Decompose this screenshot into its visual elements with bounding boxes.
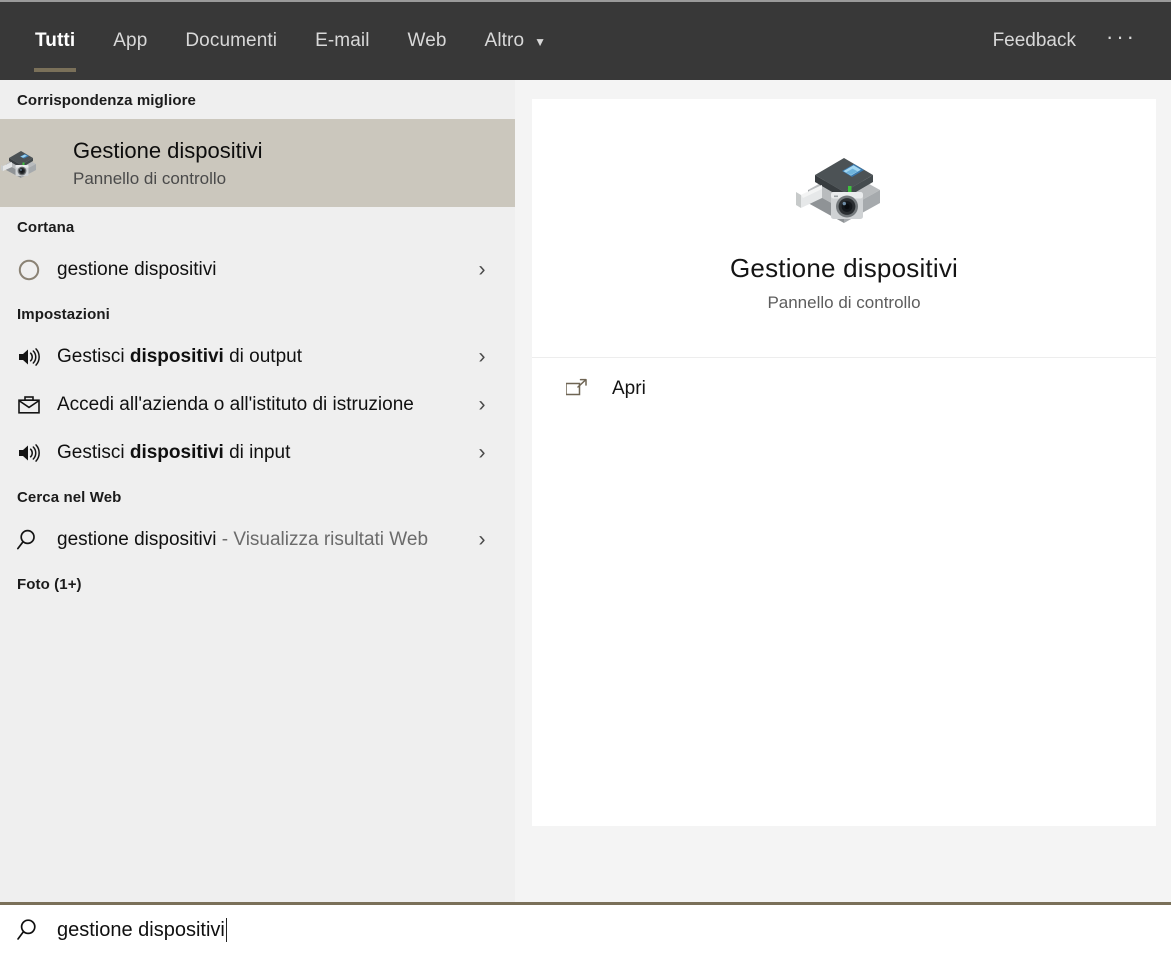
column-gutter — [515, 80, 532, 902]
results-list: Corrispondenza migliore Gestione disposi… — [0, 80, 515, 902]
search-input-wrap[interactable]: gestione dispositivi — [57, 918, 227, 942]
search-input[interactable]: gestione dispositivi — [57, 919, 225, 942]
tab-app-label: App — [113, 30, 148, 51]
result-setting-gestisci-dispositivi-output[interactable]: Gestisci dispositivi di output › — [0, 333, 515, 381]
preview-subtitle: Pannello di controllo — [767, 293, 921, 312]
chevron-right-icon: › — [478, 528, 486, 551]
text-cursor — [225, 918, 227, 942]
best-match-title: Gestione dispositivi — [73, 138, 263, 164]
chevron-right-icon: › — [478, 441, 486, 464]
preview-title: Gestione dispositivi — [730, 253, 958, 283]
tab-documenti[interactable]: Documenti — [166, 2, 296, 80]
tab-documenti-label: Documenti — [185, 30, 278, 51]
chevron-right-icon: › — [478, 345, 486, 368]
result-setting-accedi-azienda-istituto[interactable]: Accedi all'azienda o all'istituto di ist… — [0, 381, 515, 429]
speaker-icon — [0, 344, 57, 370]
result-web-search-gestione-dispositivi[interactable]: gestione dispositivi - Visualizza risult… — [0, 516, 515, 564]
search-body: Corrispondenza migliore Gestione disposi… — [0, 80, 1171, 902]
search-header: Tutti App Documenti E-mail Web Altro ▼ F… — [0, 0, 1171, 80]
result-best-match-gestione-dispositivi[interactable]: Gestione dispositivi Pannello di control… — [0, 119, 515, 207]
web-suffix: - Visualizza risultati Web — [216, 528, 429, 550]
result-setting-gestisci-dispositivi-input[interactable]: Gestisci dispositivi di input › — [0, 429, 515, 477]
chevron-down-icon: ▼ — [534, 35, 547, 49]
header-actions: Feedback ··· — [975, 2, 1171, 80]
preview-pane: Gestione dispositivi Pannello di control… — [532, 80, 1171, 902]
label-prefix: Gestisci — [57, 345, 130, 367]
label-bold: dispositivi — [129, 345, 224, 367]
section-heading-cortana: Cortana — [17, 219, 75, 236]
result-cortana-gestione-dispositivi[interactable]: gestione dispositivi › — [0, 246, 515, 294]
chevron-right-icon: › — [478, 393, 486, 416]
tab-altro-label: Altro — [484, 30, 525, 51]
tab-altro[interactable]: Altro ▼ — [466, 2, 566, 80]
feedback-button[interactable]: Feedback — [975, 30, 1094, 52]
label-bold: dispositivi — [129, 441, 224, 463]
label-suffix: di input — [223, 441, 291, 463]
preview-action-apri[interactable]: Apri — [532, 358, 1156, 420]
windows-search-panel: Tutti App Documenti E-mail Web Altro ▼ F… — [0, 0, 1171, 955]
result-label: gestione dispositivi - Visualizza risult… — [57, 520, 465, 561]
briefcase-icon — [0, 392, 57, 418]
web-query: gestione dispositivi — [57, 528, 217, 550]
section-heading-cerca-nel-web: Cerca nel Web — [17, 489, 122, 506]
preview-actions: Apri — [532, 358, 1156, 420]
open-external-icon — [566, 378, 612, 400]
section-heading-best-match: Corrispondenza migliore — [17, 92, 196, 109]
tab-app[interactable]: App — [94, 2, 166, 80]
best-match-text: Gestione dispositivi Pannello di control… — [73, 137, 263, 189]
preview-card: Gestione dispositivi Pannello di control… — [532, 99, 1156, 826]
preview-hero: Gestione dispositivi Pannello di control… — [532, 99, 1156, 357]
device-manager-icon — [0, 142, 73, 184]
tab-bar: Tutti App Documenti E-mail Web Altro ▼ — [0, 2, 565, 80]
result-label: Accedi all'azienda o all'istituto di ist… — [57, 393, 414, 415]
speaker-icon — [0, 440, 57, 466]
preview-action-label: Apri — [612, 378, 646, 399]
device-manager-icon — [794, 137, 894, 237]
label-suffix: di output — [223, 345, 302, 367]
result-label: Gestisci dispositivi di input — [57, 433, 465, 474]
chevron-right-icon: › — [478, 258, 486, 281]
tab-email[interactable]: E-mail — [296, 2, 388, 80]
preview-filler — [532, 420, 1156, 826]
more-options-icon[interactable]: ··· — [1094, 24, 1149, 58]
section-heading-foto: Foto (1+) — [17, 576, 82, 593]
search-icon — [0, 916, 57, 944]
tab-tutti[interactable]: Tutti — [16, 2, 94, 80]
result-label: Gestisci dispositivi di output — [57, 337, 465, 378]
search-bar[interactable]: gestione dispositivi — [0, 902, 1171, 955]
tab-web-label: Web — [407, 30, 447, 51]
tab-email-label: E-mail — [315, 30, 370, 51]
result-label: gestione dispositivi — [57, 258, 217, 280]
section-heading-impostazioni: Impostazioni — [17, 306, 110, 323]
tab-web[interactable]: Web — [389, 2, 466, 80]
best-match-subtitle: Pannello di controllo — [73, 168, 227, 188]
label-prefix: Gestisci — [57, 441, 130, 463]
tab-tutti-label: Tutti — [35, 30, 76, 51]
cortana-ring-icon — [0, 257, 57, 283]
search-icon — [0, 526, 57, 554]
